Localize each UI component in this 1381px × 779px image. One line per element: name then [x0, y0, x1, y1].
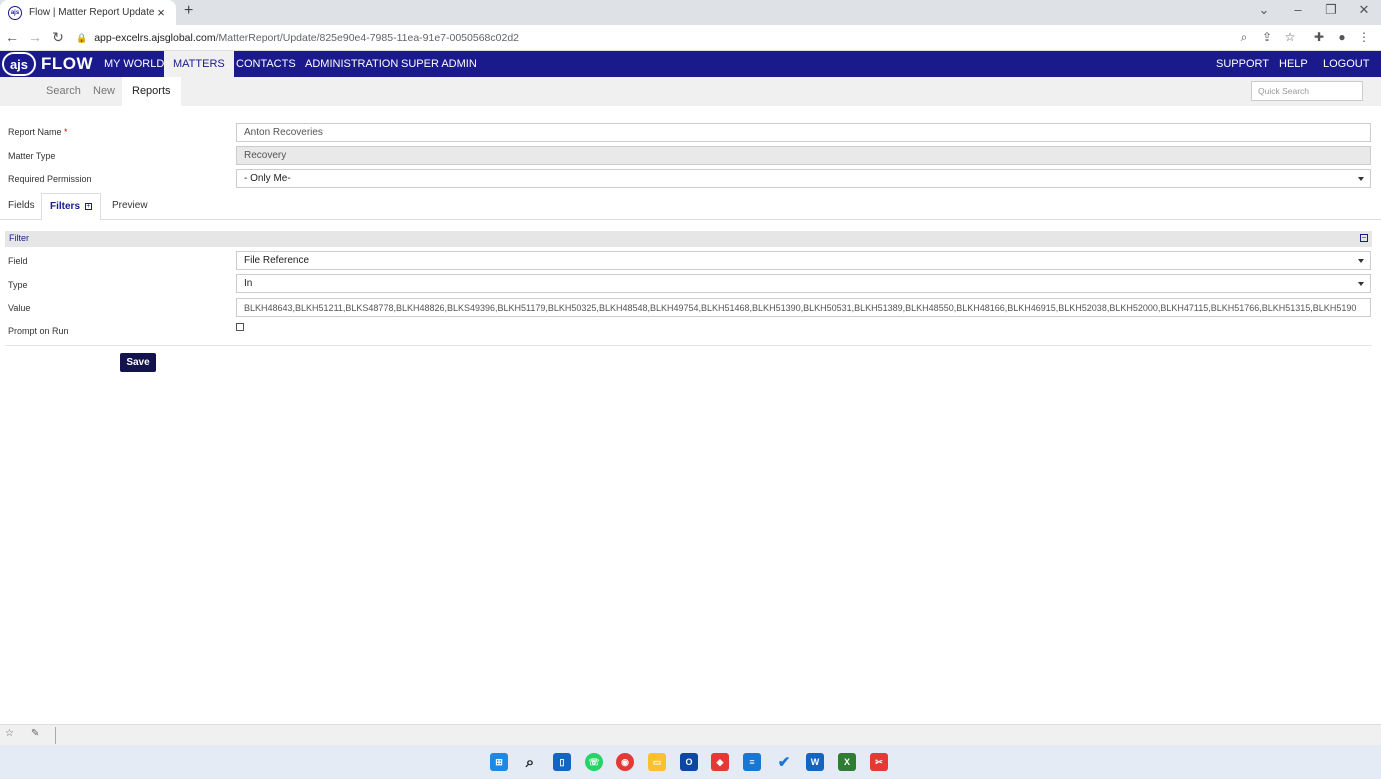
expand-icon: +	[84, 202, 92, 210]
nav-matters[interactable]: MATTERS	[164, 51, 234, 77]
prompt-on-run-checkbox[interactable]	[236, 323, 244, 331]
report-tabs: Fields Filters + Preview	[0, 193, 1381, 221]
nav-my-world[interactable]: MY WORLD	[95, 51, 173, 77]
required-permission-label: Required Permission	[8, 174, 92, 184]
close-icon[interactable]: ×	[154, 5, 168, 20]
chevron-down-icon	[1358, 259, 1364, 263]
report-name-label: Report Name *	[8, 127, 68, 137]
tab-search-icon[interactable]: ⌄	[1249, 2, 1279, 18]
filter-value-label: Value	[8, 303, 31, 313]
filter-section-header: Filter −	[5, 231, 1372, 247]
snipping-tool-icon[interactable]: ✂	[870, 753, 888, 771]
url-path: /MatterReport/Update/825e90e4-7985-11ea-…	[215, 32, 519, 44]
extensions-icon[interactable]: ✚	[1311, 30, 1327, 44]
notepad-icon[interactable]: ≡	[743, 753, 761, 771]
nav-help[interactable]: HELP	[1270, 51, 1317, 77]
required-permission-select[interactable]: - Only Me-	[236, 169, 1371, 188]
tab-filters[interactable]: Filters +	[41, 193, 101, 221]
filter-type-label: Type	[8, 280, 28, 290]
filter-value-text: BLKH48643,BLKH51211,BLKS48778,BLKH48826,…	[244, 302, 1357, 313]
chevron-down-icon	[1358, 177, 1364, 181]
browser-tab-title: Flow | Matter Report Update	[29, 7, 154, 18]
back-icon[interactable]: ←	[3, 29, 21, 45]
collapse-icon[interactable]: −	[1360, 234, 1368, 242]
file-explorer-icon[interactable]: ▭	[648, 753, 666, 771]
minimize-icon[interactable]: –	[1283, 2, 1313, 17]
taskbar: ⊞ ⌕ ▯ ☏ ◉ ▭ O ◆ ≡ ✔ W X ✂	[0, 745, 1381, 779]
tab-fields[interactable]: Fields	[0, 193, 43, 220]
divider	[5, 345, 1372, 346]
url-host: app-excelrs.ajsglobal.com	[94, 32, 216, 44]
required-permission-value: - Only Me-	[244, 173, 291, 184]
filter-field-value: File Reference	[244, 255, 310, 266]
star-icon[interactable]: ☆	[5, 728, 14, 739]
nav-super-admin[interactable]: SUPER ADMIN	[392, 51, 486, 77]
status-bar: ☆ ✎	[0, 724, 1381, 745]
outlook-icon[interactable]: O	[680, 753, 698, 771]
tab-preview[interactable]: Preview	[104, 193, 156, 220]
excel-icon[interactable]: X	[838, 753, 856, 771]
search-icon[interactable]: ⌕	[521, 753, 539, 771]
filter-type-value: In	[244, 278, 253, 289]
new-tab-icon[interactable]: +	[184, 2, 193, 20]
subnav-new[interactable]: New	[83, 77, 125, 106]
nav-administration[interactable]: ADMINISTRATION	[296, 51, 407, 77]
report-name-label-text: Report Name	[8, 127, 62, 137]
whatsapp-icon[interactable]: ☏	[585, 753, 603, 771]
nav-contacts[interactable]: CONTACTS	[227, 51, 305, 77]
chrome-icon[interactable]: ◉	[616, 753, 634, 771]
menu-icon[interactable]: ⋮	[1356, 30, 1372, 44]
close-window-icon[interactable]: ✕	[1349, 2, 1379, 18]
share-icon[interactable]: ⇪	[1259, 30, 1275, 44]
report-name-input[interactable]: Anton Recoveries	[236, 123, 1371, 142]
ajs-favicon-icon: ajs	[8, 5, 22, 20]
tab-filters-label: Filters	[50, 201, 81, 212]
lock-icon: 🔒	[76, 32, 88, 43]
restore-icon[interactable]: ❐	[1316, 2, 1346, 18]
zoom-icon[interactable]: ⌕	[1236, 30, 1252, 45]
filter-field-select[interactable]: File Reference	[236, 251, 1371, 270]
matter-type-label: Matter Type	[8, 151, 56, 161]
app-nav-bar: ajs FLOW MY WORLD MATTERS CONTACTS ADMIN…	[0, 51, 1381, 77]
report-name-value: Anton Recoveries	[244, 127, 323, 138]
task-view-icon[interactable]: ▯	[553, 753, 571, 771]
sub-nav: Search New Reports	[0, 77, 1381, 106]
edit-icon[interactable]: ✎	[31, 728, 39, 739]
filter-field-label: Field	[8, 256, 28, 266]
nav-support[interactable]: SUPPORT	[1207, 51, 1278, 77]
required-marker: *	[64, 127, 68, 137]
reload-icon[interactable]: ↻	[49, 29, 67, 46]
matter-type-field: Recovery	[236, 146, 1371, 165]
url-field[interactable]: 🔒 app-excelrs.ajsglobal.com/MatterReport…	[76, 28, 1254, 48]
filter-type-select[interactable]: In	[236, 274, 1371, 293]
quick-search-input[interactable]	[1251, 81, 1363, 101]
subnav-reports[interactable]: Reports	[122, 77, 181, 106]
flow-logo[interactable]: ajs FLOW	[2, 52, 93, 76]
forward-icon[interactable]: →	[26, 29, 44, 45]
chevron-down-icon	[1358, 282, 1364, 286]
browser-tab[interactable]: ajs Flow | Matter Report Update ×	[0, 0, 176, 25]
profile-icon[interactable]: ●	[1334, 30, 1350, 44]
prompt-on-run-label: Prompt on Run	[8, 326, 69, 336]
word-icon[interactable]: W	[806, 753, 824, 771]
save-button[interactable]: Save	[120, 353, 156, 372]
status-bar-divider	[55, 727, 56, 744]
matter-type-value: Recovery	[244, 150, 287, 161]
todo-icon[interactable]: ✔	[775, 753, 793, 771]
filter-title: Filter	[9, 233, 29, 243]
nav-logout[interactable]: LOGOUT	[1314, 51, 1378, 77]
filter-value-input[interactable]: BLKH48643,BLKH51211,BLKS48778,BLKH48826,…	[236, 298, 1371, 317]
address-bar: ← → ↻ 🔒 app-excelrs.ajsglobal.com/Matter…	[0, 25, 1381, 51]
windows-start-icon[interactable]: ⊞	[490, 753, 508, 771]
logo-text: FLOW	[41, 54, 94, 73]
bookmark-star-icon[interactable]: ☆	[1282, 30, 1298, 44]
anydesk-icon[interactable]: ◆	[711, 753, 729, 771]
ajs-logo-mark: ajs	[2, 52, 36, 76]
browser-tab-strip: ajs Flow | Matter Report Update × + ⌄ – …	[0, 0, 1381, 25]
